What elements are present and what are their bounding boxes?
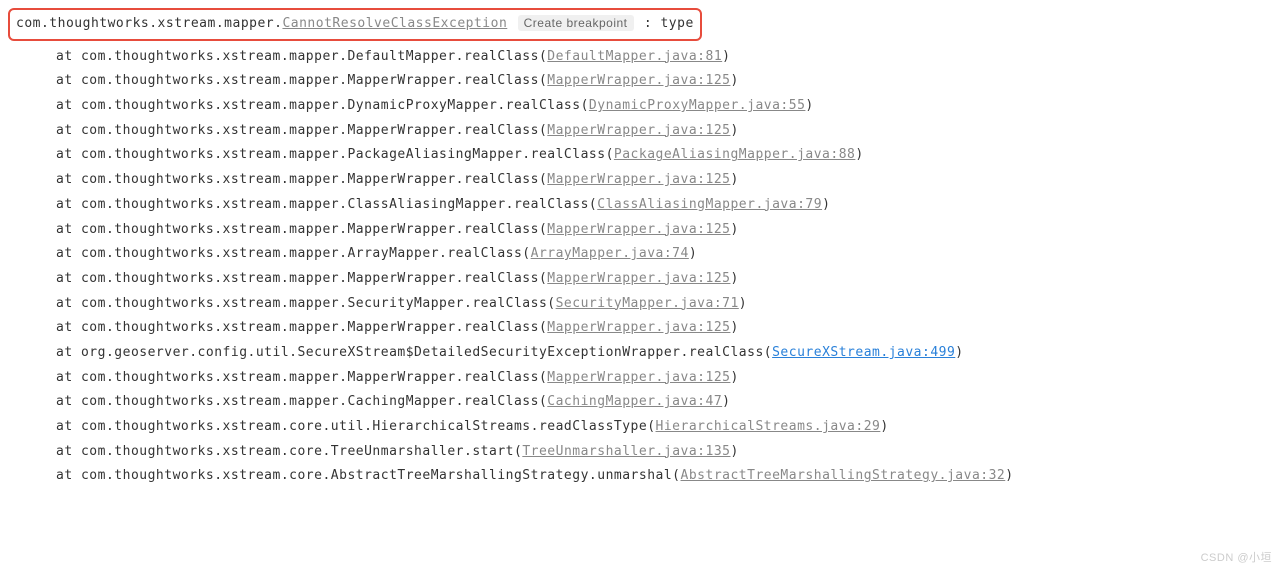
source-file-link[interactable]: SecurityMapper.java:71	[556, 296, 739, 311]
stack-suffix: )	[722, 394, 730, 409]
source-file-link[interactable]: PackageAliasingMapper.java:88	[614, 147, 855, 162]
stack-prefix: at	[56, 370, 81, 385]
source-file-link[interactable]: AbstractTreeMarshallingStrategy.java:32	[681, 468, 1006, 483]
stack-frame: at org.geoserver.config.util.SecureXStre…	[8, 341, 1272, 366]
stack-prefix: at	[56, 468, 81, 483]
stack-frame: at com.thoughtworks.xstream.mapper.Mappe…	[8, 316, 1272, 341]
stack-suffix: )	[730, 73, 738, 88]
stack-method: com.thoughtworks.xstream.mapper.MapperWr…	[81, 172, 547, 187]
stack-frame: at com.thoughtworks.xstream.mapper.Mappe…	[8, 267, 1272, 292]
stack-method: org.geoserver.config.util.SecureXStream$…	[81, 345, 772, 360]
stack-frame: at com.thoughtworks.xstream.core.util.Hi…	[8, 415, 1272, 440]
create-breakpoint-button[interactable]: Create breakpoint	[518, 15, 634, 31]
stack-method: com.thoughtworks.xstream.mapper.MapperWr…	[81, 271, 547, 286]
stack-prefix: at	[56, 197, 81, 212]
stack-frame: at com.thoughtworks.xstream.mapper.Mappe…	[8, 119, 1272, 144]
source-file-link[interactable]: MapperWrapper.java:125	[547, 73, 730, 88]
stack-method: com.thoughtworks.xstream.core.AbstractTr…	[81, 468, 681, 483]
stack-method: com.thoughtworks.xstream.core.util.Hiera…	[81, 419, 656, 434]
stack-suffix: )	[730, 271, 738, 286]
stack-prefix: at	[56, 123, 81, 138]
source-file-link[interactable]: ClassAliasingMapper.java:79	[597, 197, 822, 212]
stack-prefix: at	[56, 419, 81, 434]
stack-method: com.thoughtworks.xstream.mapper.MapperWr…	[81, 320, 547, 335]
stack-method: com.thoughtworks.xstream.mapper.ClassAli…	[81, 197, 597, 212]
stack-frame: at com.thoughtworks.xstream.mapper.Defau…	[8, 45, 1272, 70]
source-file-link[interactable]: DynamicProxyMapper.java:55	[589, 98, 806, 113]
stack-prefix: at	[56, 172, 81, 187]
exception-class-link[interactable]: CannotResolveClassException	[282, 16, 507, 31]
stack-frame: at com.thoughtworks.xstream.core.Abstrac…	[8, 464, 1272, 489]
stack-suffix: )	[805, 98, 813, 113]
stack-trace: at com.thoughtworks.xstream.mapper.Defau…	[8, 45, 1272, 489]
stack-suffix: )	[722, 49, 730, 64]
stack-prefix: at	[56, 296, 81, 311]
source-file-link[interactable]: MapperWrapper.java:125	[547, 271, 730, 286]
stack-suffix: )	[730, 444, 738, 459]
stack-frame: at com.thoughtworks.xstream.mapper.Array…	[8, 242, 1272, 267]
source-file-link[interactable]: MapperWrapper.java:125	[547, 123, 730, 138]
stack-method: com.thoughtworks.xstream.mapper.PackageA…	[81, 147, 614, 162]
stack-prefix: at	[56, 345, 81, 360]
stack-frame: at com.thoughtworks.xstream.mapper.Mappe…	[8, 218, 1272, 243]
stack-frame: at com.thoughtworks.xstream.core.TreeUnm…	[8, 440, 1272, 465]
exception-header: com.thoughtworks.xstream.mapper.CannotRe…	[8, 8, 702, 41]
stack-prefix: at	[56, 98, 81, 113]
stack-frame: at com.thoughtworks.xstream.mapper.Mappe…	[8, 69, 1272, 94]
stack-method: com.thoughtworks.xstream.mapper.MapperWr…	[81, 370, 547, 385]
source-file-link[interactable]: MapperWrapper.java:125	[547, 172, 730, 187]
watermark: CSDN @小垣	[1201, 548, 1272, 569]
exception-message: : type	[644, 16, 694, 31]
stack-suffix: )	[880, 419, 888, 434]
stack-prefix: at	[56, 49, 81, 64]
source-file-link[interactable]: CachingMapper.java:47	[547, 394, 722, 409]
stack-suffix: )	[1005, 468, 1013, 483]
stack-prefix: at	[56, 222, 81, 237]
stack-prefix: at	[56, 73, 81, 88]
source-file-link[interactable]: MapperWrapper.java:125	[547, 320, 730, 335]
stack-suffix: )	[730, 370, 738, 385]
source-file-link[interactable]: ArrayMapper.java:74	[531, 246, 689, 261]
stack-suffix: )	[689, 246, 697, 261]
stack-frame: at com.thoughtworks.xstream.mapper.Mappe…	[8, 366, 1272, 391]
source-file-link[interactable]: MapperWrapper.java:125	[547, 222, 730, 237]
stack-suffix: )	[730, 222, 738, 237]
stack-prefix: at	[56, 444, 81, 459]
stack-frame: at com.thoughtworks.xstream.mapper.Class…	[8, 193, 1272, 218]
source-file-link[interactable]: TreeUnmarshaller.java:135	[522, 444, 730, 459]
stack-frame: at com.thoughtworks.xstream.mapper.Cachi…	[8, 390, 1272, 415]
stack-prefix: at	[56, 147, 81, 162]
stack-prefix: at	[56, 394, 81, 409]
source-file-link[interactable]: DefaultMapper.java:81	[547, 49, 722, 64]
source-file-link[interactable]: HierarchicalStreams.java:29	[656, 419, 881, 434]
stack-method: com.thoughtworks.xstream.mapper.CachingM…	[81, 394, 547, 409]
stack-suffix: )	[822, 197, 830, 212]
stack-frame: at com.thoughtworks.xstream.mapper.Packa…	[8, 143, 1272, 168]
stack-prefix: at	[56, 271, 81, 286]
stack-method: com.thoughtworks.xstream.mapper.ArrayMap…	[81, 246, 531, 261]
stack-frame: at com.thoughtworks.xstream.mapper.Dynam…	[8, 94, 1272, 119]
stack-method: com.thoughtworks.xstream.mapper.MapperWr…	[81, 73, 547, 88]
stack-method: com.thoughtworks.xstream.mapper.DefaultM…	[81, 49, 547, 64]
source-file-link[interactable]: MapperWrapper.java:125	[547, 370, 730, 385]
stack-prefix: at	[56, 246, 81, 261]
stack-frame: at com.thoughtworks.xstream.mapper.Mappe…	[8, 168, 1272, 193]
stack-method: com.thoughtworks.xstream.mapper.MapperWr…	[81, 123, 547, 138]
stack-suffix: )	[739, 296, 747, 311]
stack-method: com.thoughtworks.xstream.mapper.DynamicP…	[81, 98, 589, 113]
stack-suffix: )	[730, 320, 738, 335]
source-file-link[interactable]: SecureXStream.java:499	[772, 345, 955, 360]
stack-suffix: )	[730, 123, 738, 138]
stack-prefix: at	[56, 320, 81, 335]
stack-frame: at com.thoughtworks.xstream.mapper.Secur…	[8, 292, 1272, 317]
stack-suffix: )	[855, 147, 863, 162]
stack-suffix: )	[730, 172, 738, 187]
stack-method: com.thoughtworks.xstream.core.TreeUnmars…	[81, 444, 522, 459]
stack-method: com.thoughtworks.xstream.mapper.MapperWr…	[81, 222, 547, 237]
stack-method: com.thoughtworks.xstream.mapper.Security…	[81, 296, 556, 311]
exception-package: com.thoughtworks.xstream.mapper.	[16, 16, 282, 31]
stack-suffix: )	[955, 345, 963, 360]
